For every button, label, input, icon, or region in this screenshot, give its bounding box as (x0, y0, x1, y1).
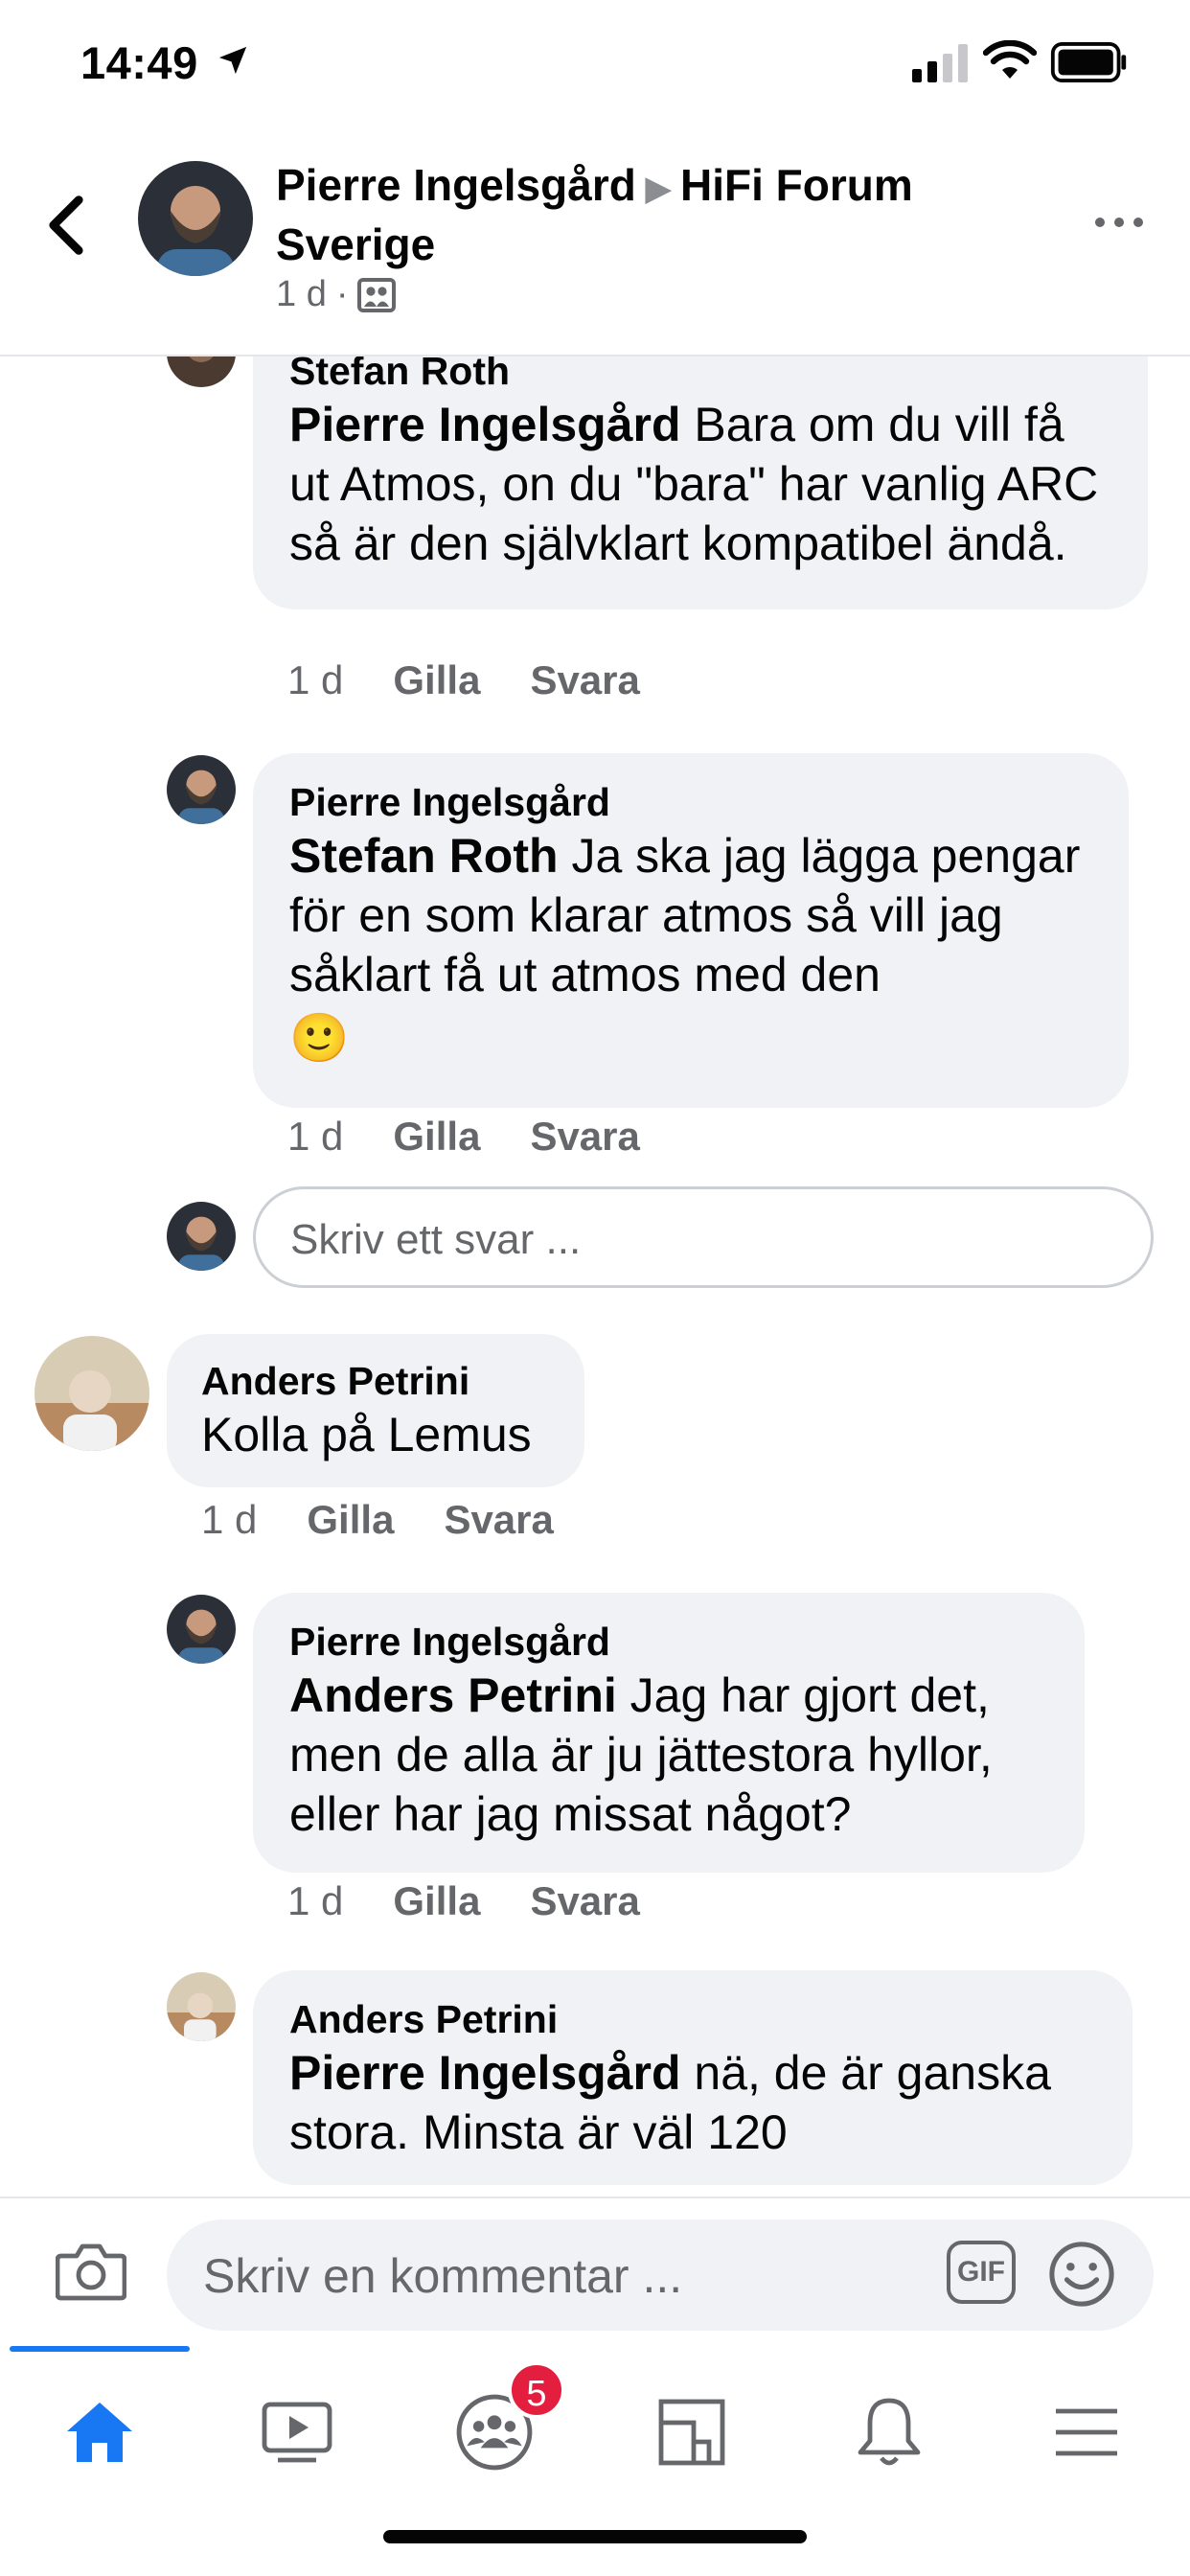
avatar[interactable] (167, 1595, 236, 1664)
comment-text: Anders Petrini Jag har gjort det, men de… (289, 1668, 993, 1841)
tab-menu[interactable] (1029, 2375, 1144, 2490)
comment-bubble[interactable]: Stefan Roth Pierre Ingelsgård Bara om du… (253, 356, 1148, 610)
battery-icon (1050, 42, 1127, 82)
watch-icon (262, 2402, 332, 2463)
home-indicator (383, 2530, 807, 2543)
author-name[interactable]: Pierre Ingelsgård (276, 160, 636, 210)
comment-author[interactable]: Pierre Ingelsgård (289, 778, 1092, 826)
comment-time: 1 d (287, 657, 344, 702)
post-time: 1 d (276, 274, 327, 314)
comment-mention[interactable]: Pierre Ingelsgård (289, 398, 681, 451)
comment-bubble[interactable]: Pierre Ingelsgård Stefan Roth Ja ska jag… (253, 753, 1129, 1108)
comment-composer: Skriv en kommentar ... GIF (0, 2196, 1190, 2346)
wifi-icon (983, 40, 1037, 79)
back-arrow-icon[interactable] (44, 194, 88, 257)
avatar[interactable] (167, 755, 236, 824)
comment-author[interactable]: Stefan Roth (289, 356, 1111, 395)
post-header: Pierre Ingelsgård ▶ HiFi Forum Sverige 1 d… (0, 134, 1190, 356)
reply-input[interactable]: Skriv ett svar ... (253, 1186, 1154, 1288)
home-icon (67, 2403, 132, 2462)
comment-time: 1 d (201, 1497, 258, 1542)
comment-bubble[interactable]: Pierre Ingelsgård Anders Petrini Jag har… (253, 1593, 1085, 1873)
comment-text: Stefan Roth Ja ska jag lägga pengar för … (289, 829, 1081, 1001)
group-audience-icon (357, 277, 397, 312)
reply-button[interactable]: Svara (444, 1497, 553, 1543)
triangle-arrow-icon: ▶ (645, 170, 671, 207)
author-avatar[interactable] (138, 161, 253, 276)
pages-icon (658, 2399, 725, 2466)
comment-bubble[interactable]: Anders Petrini Kolla på Lemus (167, 1334, 584, 1487)
emoji-icon[interactable] (1048, 2241, 1115, 2308)
tab-home[interactable] (42, 2375, 157, 2490)
comment-mention[interactable]: Anders Petrini (289, 1668, 617, 1722)
active-tab-indicator (10, 2346, 190, 2352)
current-user-avatar (167, 1202, 236, 1271)
like-button[interactable]: Gilla (393, 657, 480, 703)
comment-actions: 1 d Gilla Svara (287, 657, 640, 703)
meta-separator: · (335, 274, 349, 314)
comment-author[interactable]: Anders Petrini (201, 1357, 550, 1405)
comment-mention[interactable]: Pierre Ingelsgård (289, 2046, 681, 2100)
reply-button[interactable]: Svara (530, 1878, 639, 1924)
cellular-signal-icon (912, 44, 968, 82)
comment-actions: 1 d Gilla Svara (287, 1878, 640, 1924)
tab-watch[interactable] (240, 2375, 355, 2490)
status-bar: 14:49 (0, 0, 1190, 134)
tab-pages[interactable] (634, 2375, 749, 2490)
comment-actions: 1 d Gilla Svara (201, 1497, 554, 1543)
comment-text: Pierre Ingelsgård nä, de är ganska stora… (289, 2046, 1051, 2159)
avatar[interactable] (167, 356, 236, 387)
more-options-icon[interactable] (1092, 211, 1146, 234)
comment-bubble[interactable]: Anders Petrini Pierre Ingelsgård nä, de … (253, 1970, 1133, 2185)
post-meta: 1 d · (276, 274, 397, 315)
comment-mention[interactable]: Stefan Roth (289, 829, 559, 883)
comment-time: 1 d (287, 1114, 344, 1159)
smile-emoji: 🙂 (289, 1011, 350, 1065)
reply-button[interactable]: Svara (530, 657, 639, 703)
comment-actions: 1 d Gilla Svara (287, 1114, 640, 1160)
comment-author[interactable]: Pierre Ingelsgård (289, 1618, 1048, 1666)
groups-notification-badge: 5 (508, 2361, 565, 2419)
comment-text: Pierre Ingelsgård Bara om du vill få ut … (289, 398, 1099, 570)
gif-button[interactable]: GIF (947, 2241, 1016, 2304)
comments-feed[interactable]: Stefan Roth Pierre Ingelsgård Bara om du… (0, 356, 1190, 2196)
like-button[interactable]: Gilla (307, 1497, 394, 1543)
menu-icon (1056, 2408, 1117, 2456)
avatar[interactable] (167, 1972, 236, 2041)
status-time: 14:49 (80, 37, 198, 88)
tab-notifications[interactable] (832, 2375, 947, 2490)
post-title[interactable]: Pierre Ingelsgård ▶ HiFi Forum Sverige (276, 157, 1004, 272)
notifications-icon (858, 2398, 921, 2466)
location-arrow-icon (218, 46, 247, 75)
comment-text: Kolla på Lemus (201, 1408, 532, 1461)
like-button[interactable]: Gilla (393, 1878, 480, 1924)
comment-time: 1 d (287, 1878, 344, 1923)
camera-icon[interactable] (56, 2241, 126, 2302)
comment-author[interactable]: Anders Petrini (289, 1995, 1096, 2043)
avatar[interactable] (34, 1336, 149, 1451)
reply-button[interactable]: Svara (530, 1114, 639, 1160)
like-button[interactable]: Gilla (393, 1114, 480, 1160)
